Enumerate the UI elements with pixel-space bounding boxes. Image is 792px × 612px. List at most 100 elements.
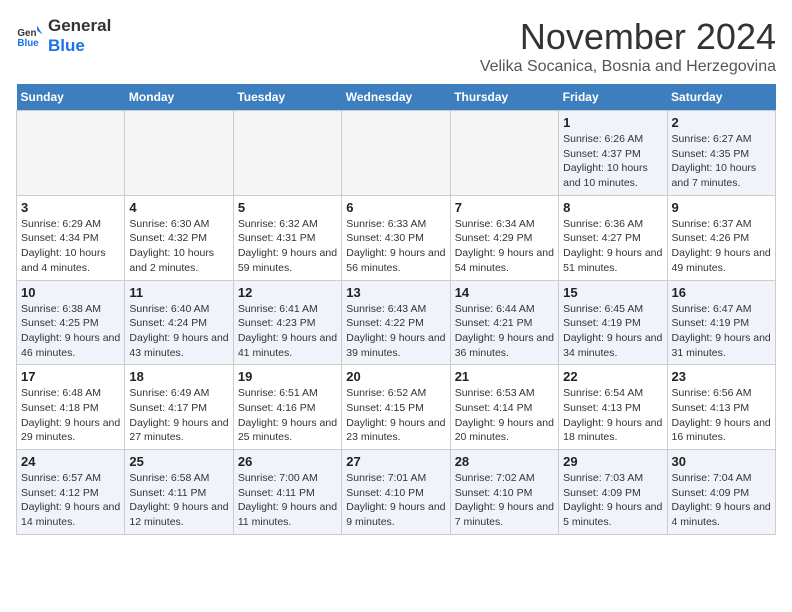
day-number: 9 [672,200,771,215]
calendar-cell: 5 Sunrise: 6:32 AMSunset: 4:31 PMDaylight… [233,195,341,280]
logo: Gen Blue General Blue [16,16,111,56]
day-info: Sunrise: 6:37 AMSunset: 4:26 PMDaylight:… [672,217,771,276]
day-number: 13 [346,285,445,300]
calendar-cell [342,111,450,196]
calendar-week-4: 17 Sunrise: 6:48 AMSunset: 4:18 PMDayligh… [17,365,776,450]
day-number: 30 [672,454,771,469]
day-number: 25 [129,454,228,469]
calendar-cell: 6 Sunrise: 6:33 AMSunset: 4:30 PMDaylight… [342,195,450,280]
day-info: Sunrise: 6:53 AMSunset: 4:14 PMDaylight:… [455,386,554,445]
calendar-body: 1 Sunrise: 6:26 AMSunset: 4:37 PMDaylight… [17,111,776,535]
logo-blue: Blue [48,36,85,55]
calendar-cell: 20Sunrise: 6:52 AMSunset: 4:15 PMDayligh… [342,365,450,450]
day-info: Sunrise: 6:57 AMSunset: 4:12 PMDaylight:… [21,471,120,530]
calendar-cell: 4Sunrise: 6:30 AMSunset: 4:32 PMDaylight… [125,195,233,280]
calendar-week-5: 24 Sunrise: 6:57 AMSunset: 4:12 PMDayligh… [17,450,776,535]
calendar-cell: 28Sunrise: 7:02 AMSunset: 4:10 PMDayligh… [450,450,558,535]
day-number: 23 [672,369,771,384]
calendar-cell [233,111,341,196]
day-number: 11 [129,285,228,300]
weekday-tuesday: Tuesday [233,84,341,111]
day-number: 5 [238,200,337,215]
day-number: 12 [238,285,337,300]
day-info: Sunrise: 7:04 AMSunset: 4:09 PMDaylight:… [672,471,771,530]
calendar-cell: 7Sunrise: 6:34 AMSunset: 4:29 PMDaylight… [450,195,558,280]
weekday-wednesday: Wednesday [342,84,450,111]
calendar-cell: 27 Sunrise: 7:01 AMSunset: 4:10 PMDayligh… [342,450,450,535]
calendar-cell: 1 Sunrise: 6:26 AMSunset: 4:37 PMDaylight… [559,111,667,196]
calendar-cell: 17 Sunrise: 6:48 AMSunset: 4:18 PMDayligh… [17,365,125,450]
day-info: Sunrise: 6:40 AMSunset: 4:24 PMDaylight:… [129,302,228,361]
calendar-cell: 29 Sunrise: 7:03 AMSunset: 4:09 PMDayligh… [559,450,667,535]
logo-icon: Gen Blue [16,22,44,50]
day-number: 19 [238,369,337,384]
day-info: Sunrise: 6:56 AMSunset: 4:13 PMDaylight:… [672,386,771,445]
day-info: Sunrise: 7:01 AMSunset: 4:10 PMDaylight:… [346,471,445,530]
calendar-cell: 26 Sunrise: 7:00 AMSunset: 4:11 PMDayligh… [233,450,341,535]
day-info: Sunrise: 6:41 AMSunset: 4:23 PMDaylight:… [238,302,337,361]
day-info: Sunrise: 6:48 AMSunset: 4:18 PMDaylight:… [21,386,120,445]
day-info: Sunrise: 7:03 AMSunset: 4:09 PMDaylight:… [563,471,662,530]
day-number: 8 [563,200,662,215]
day-info: Sunrise: 6:45 AMSunset: 4:19 PMDaylight:… [563,302,662,361]
day-info: Sunrise: 6:58 AMSunset: 4:11 PMDaylight:… [129,471,228,530]
location-title: Velika Socanica, Bosnia and Herzegovina [480,58,776,76]
day-number: 10 [21,285,120,300]
calendar-cell: 9 Sunrise: 6:37 AMSunset: 4:26 PMDaylight… [667,195,775,280]
calendar-cell: 8Sunrise: 6:36 AMSunset: 4:27 PMDaylight… [559,195,667,280]
day-info: Sunrise: 7:00 AMSunset: 4:11 PMDaylight:… [238,471,337,530]
calendar-cell: 3Sunrise: 6:29 AMSunset: 4:34 PMDaylight… [17,195,125,280]
calendar-cell [125,111,233,196]
calendar-week-2: 3Sunrise: 6:29 AMSunset: 4:34 PMDaylight… [17,195,776,280]
day-number: 21 [455,369,554,384]
day-number: 27 [346,454,445,469]
calendar-cell: 18Sunrise: 6:49 AMSunset: 4:17 PMDayligh… [125,365,233,450]
weekday-friday: Friday [559,84,667,111]
calendar-cell: 30 Sunrise: 7:04 AMSunset: 4:09 PMDayligh… [667,450,775,535]
calendar-cell: 11 Sunrise: 6:40 AMSunset: 4:24 PMDayligh… [125,280,233,365]
calendar-cell: 23 Sunrise: 6:56 AMSunset: 4:13 PMDayligh… [667,365,775,450]
day-number: 24 [21,454,120,469]
day-info: Sunrise: 6:49 AMSunset: 4:17 PMDaylight:… [129,386,228,445]
day-number: 6 [346,200,445,215]
day-number: 29 [563,454,662,469]
day-info: Sunrise: 6:38 AMSunset: 4:25 PMDaylight:… [21,302,120,361]
day-info: Sunrise: 6:33 AMSunset: 4:30 PMDaylight:… [346,217,445,276]
day-info: Sunrise: 6:54 AMSunset: 4:13 PMDaylight:… [563,386,662,445]
calendar-cell: 15Sunrise: 6:45 AMSunset: 4:19 PMDayligh… [559,280,667,365]
day-number: 22 [563,369,662,384]
calendar-cell: 22 Sunrise: 6:54 AMSunset: 4:13 PMDayligh… [559,365,667,450]
day-info: Sunrise: 6:30 AMSunset: 4:32 PMDaylight:… [129,217,228,276]
day-info: Sunrise: 6:43 AMSunset: 4:22 PMDaylight:… [346,302,445,361]
day-info: Sunrise: 7:02 AMSunset: 4:10 PMDaylight:… [455,471,554,530]
day-number: 1 [563,115,662,130]
day-info: Sunrise: 6:52 AMSunset: 4:15 PMDaylight:… [346,386,445,445]
day-info: Sunrise: 6:32 AMSunset: 4:31 PMDaylight:… [238,217,337,276]
calendar-cell [450,111,558,196]
day-info: Sunrise: 6:27 AMSunset: 4:35 PMDaylight:… [672,132,771,191]
svg-text:Blue: Blue [17,38,39,49]
calendar-cell [17,111,125,196]
logo-general: General [48,16,111,35]
day-info: Sunrise: 6:26 AMSunset: 4:37 PMDaylight:… [563,132,662,191]
weekday-monday: Monday [125,84,233,111]
calendar-cell: 12 Sunrise: 6:41 AMSunset: 4:23 PMDayligh… [233,280,341,365]
day-number: 7 [455,200,554,215]
calendar-cell: 10 Sunrise: 6:38 AMSunset: 4:25 PMDayligh… [17,280,125,365]
day-info: Sunrise: 6:29 AMSunset: 4:34 PMDaylight:… [21,217,120,276]
calendar-cell: 25 Sunrise: 6:58 AMSunset: 4:11 PMDayligh… [125,450,233,535]
page-header: Gen Blue General Blue November 2024 Veli… [16,16,776,76]
weekday-sunday: Sunday [17,84,125,111]
day-info: Sunrise: 6:51 AMSunset: 4:16 PMDaylight:… [238,386,337,445]
calendar-cell: 2Sunrise: 6:27 AMSunset: 4:35 PMDaylight… [667,111,775,196]
calendar-cell: 16Sunrise: 6:47 AMSunset: 4:19 PMDayligh… [667,280,775,365]
calendar-cell: 21 Sunrise: 6:53 AMSunset: 4:14 PMDayligh… [450,365,558,450]
title-area: November 2024 Velika Socanica, Bosnia an… [480,16,776,76]
calendar-week-1: 1 Sunrise: 6:26 AMSunset: 4:37 PMDaylight… [17,111,776,196]
weekday-saturday: Saturday [667,84,775,111]
calendar-table: SundayMondayTuesdayWednesdayThursdayFrid… [16,84,776,535]
weekday-header-row: SundayMondayTuesdayWednesdayThursdayFrid… [17,84,776,111]
calendar-week-3: 10 Sunrise: 6:38 AMSunset: 4:25 PMDayligh… [17,280,776,365]
day-number: 26 [238,454,337,469]
day-number: 17 [21,369,120,384]
